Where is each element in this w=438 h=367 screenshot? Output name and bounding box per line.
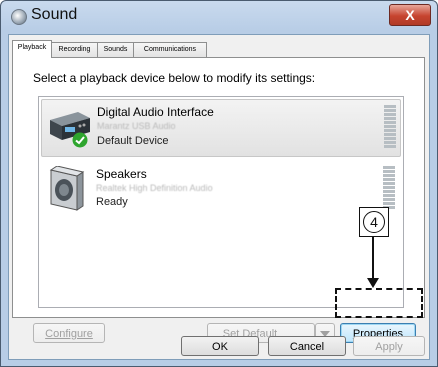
title-bar[interactable]: Sound X bbox=[1, 1, 437, 31]
volume-level-meter bbox=[383, 166, 395, 210]
tab-playback[interactable]: Playback bbox=[12, 40, 52, 58]
arrow-down-icon bbox=[367, 278, 379, 288]
playback-tab-panel: Select a playback device below to modify… bbox=[12, 57, 425, 343]
device-name: Digital Audio Interface bbox=[97, 105, 214, 119]
speaker-device-icon bbox=[49, 166, 85, 211]
configure-button[interactable]: Configure bbox=[33, 323, 105, 343]
device-name: Speakers bbox=[96, 167, 147, 181]
device-item-speakers[interactable]: Speakers Realtek High Definition Audio R… bbox=[41, 164, 399, 220]
default-check-icon bbox=[72, 132, 88, 148]
properties-callout-box bbox=[335, 288, 423, 318]
device-list[interactable]: Digital Audio Interface Marantz USB Audi… bbox=[38, 96, 404, 308]
device-driver: Marantz USB Audio bbox=[97, 121, 176, 131]
step-number: 4 bbox=[363, 211, 385, 233]
sound-dialog: Sound X Playback Recording Sounds Commun… bbox=[0, 0, 438, 367]
device-item-digital-audio-interface[interactable]: Digital Audio Interface Marantz USB Audi… bbox=[41, 99, 401, 157]
tab-communications[interactable]: Communications bbox=[133, 42, 207, 57]
step-marker: 4 bbox=[359, 207, 389, 237]
volume-level-meter bbox=[384, 105, 396, 149]
tab-sounds[interactable]: Sounds bbox=[97, 42, 134, 57]
device-driver: Realtek High Definition Audio bbox=[96, 183, 213, 193]
device-status: Default Device bbox=[97, 135, 169, 147]
tab-recording[interactable]: Recording bbox=[51, 42, 98, 57]
ok-button[interactable]: OK bbox=[181, 336, 259, 356]
close-button[interactable]: X bbox=[389, 4, 431, 26]
window-title: Sound bbox=[31, 6, 78, 23]
callout-arrow-line bbox=[372, 236, 374, 278]
device-status: Ready bbox=[96, 196, 128, 208]
apply-button[interactable]: Apply bbox=[353, 336, 425, 356]
speaker-app-icon bbox=[11, 9, 27, 25]
cancel-button[interactable]: Cancel bbox=[268, 336, 346, 356]
instruction-text: Select a playback device below to modify… bbox=[33, 71, 316, 85]
